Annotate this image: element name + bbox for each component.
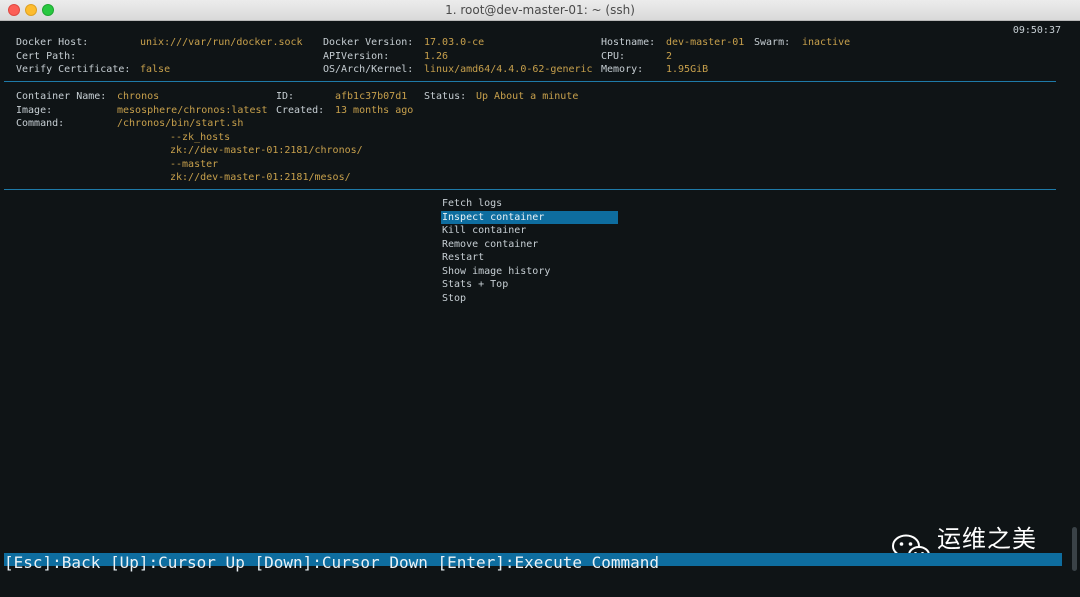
menu-item-fetch-logs[interactable]: Fetch logs <box>441 197 618 210</box>
docker-host-label: Docker Host: <box>16 37 89 48</box>
docker-version-label: Docker Version: <box>323 37 414 48</box>
menu-item-remove-container[interactable]: Remove container <box>441 238 618 251</box>
created-value: 13 months ago <box>335 104 414 116</box>
status-label: Status: <box>424 91 467 102</box>
command-line: zk://dev-master-01:2181/mesos/ <box>170 172 351 183</box>
os-arch-kernel-value: linux/amd64/4.4.0-62-generic <box>424 64 593 75</box>
api-version-value: 1.26 <box>424 50 449 62</box>
status-value: Up About a minute <box>476 91 579 102</box>
image-label: Image: <box>16 104 53 116</box>
menu-item-inspect-container[interactable]: Inspect container <box>441 210 618 224</box>
docker-version-value: 17.03.0-ce <box>424 37 485 48</box>
command-label: Command: <box>16 118 65 129</box>
menu-item-show-image-history[interactable]: Show image history <box>441 265 618 278</box>
swarm-value: inactive <box>802 37 851 48</box>
divider <box>4 189 1056 190</box>
terminal-content: 09:50:37 Docker Host: unix:///var/run/do… <box>0 21 1080 597</box>
clock: 09:50:37 <box>1012 25 1061 36</box>
docker-host-value: unix:///var/run/docker.sock <box>140 37 303 48</box>
verify-certificate-label: Verify Certificate: <box>16 64 131 75</box>
terminal-window: 1. root@dev-master-01: ~ (ssh) 09:50:37 … <box>0 0 1080 597</box>
divider <box>4 81 1056 82</box>
watermark-text: 运维之美 <box>937 525 1037 553</box>
menu-item-restart[interactable]: Restart <box>441 251 618 264</box>
command-line: --zk_hosts <box>170 131 231 143</box>
hostname-value: dev-master-01 <box>666 37 745 48</box>
cert-path-label: Cert Path: <box>16 50 77 62</box>
created-label: Created: <box>276 104 325 116</box>
menu-item-kill-container[interactable]: Kill container <box>441 224 618 237</box>
cpu-value: 2 <box>666 50 673 62</box>
container-id-value: afb1c37b07d1 <box>335 91 408 102</box>
container-id-label: ID: <box>276 91 295 102</box>
menu-item-stats-top[interactable]: Stats + Top <box>441 278 618 291</box>
memory-label: Memory: <box>601 64 644 75</box>
swarm-label: Swarm: <box>754 37 791 48</box>
window-title: 1. root@dev-master-01: ~ (ssh) <box>445 3 635 17</box>
container-name-value: chronos <box>117 91 160 102</box>
container-name-label: Container Name: <box>16 91 107 102</box>
command-line: /chronos/bin/start.sh <box>117 118 244 129</box>
menu-item-stop[interactable]: Stop <box>441 292 618 305</box>
hostname-label: Hostname: <box>601 37 656 48</box>
image-value: mesosphere/chronos:latest <box>117 104 268 116</box>
scrollbar[interactable] <box>1072 527 1077 571</box>
verify-certificate-value: false <box>140 64 171 75</box>
memory-value: 1.95GiB <box>666 64 709 75</box>
os-arch-kernel-label: OS/Arch/Kernel: <box>323 64 414 75</box>
status-bar: [Esc]:Back [Up]:Cursor Up [Down]:Cursor … <box>4 553 1062 572</box>
cpu-label: CPU: <box>601 50 626 62</box>
title-bar: 1. root@dev-master-01: ~ (ssh) <box>0 0 1080 21</box>
command-line: --master <box>170 158 219 170</box>
command-line: zk://dev-master-01:2181/chronos/ <box>170 145 363 156</box>
api-version-label: APIVersion: <box>323 50 390 62</box>
